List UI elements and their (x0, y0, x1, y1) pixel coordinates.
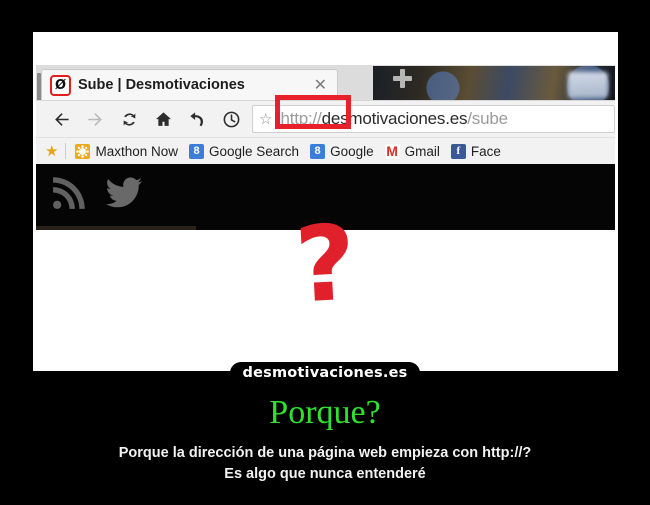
facebook-icon: f (450, 143, 466, 159)
demotivational-poster: Ø Sube | Desmotivaciones ✕ ☆ http://desm… (0, 0, 650, 505)
bookmark-facebook[interactable]: f Face (450, 143, 501, 159)
close-icon[interactable]: ✕ (314, 77, 331, 93)
bookmarks-separator (65, 143, 67, 159)
new-tab-plus-icon[interactable] (393, 69, 412, 88)
bookmark-label: Google Search (209, 143, 300, 159)
favicon-glyph: Ø (54, 77, 67, 93)
address-bar-url: http://desmotivaciones.es/sube (280, 109, 508, 129)
bookmark-label: Google (330, 143, 374, 159)
history-button[interactable] (214, 104, 248, 134)
watermark-rule-left (169, 371, 240, 376)
browser-toolbar: ☆ http://desmotivaciones.es/sube (36, 95, 615, 137)
home-button[interactable] (146, 104, 180, 134)
web-page-content: ? (36, 164, 615, 368)
photo-frame: Ø Sube | Desmotivaciones ✕ ☆ http://desm… (33, 32, 618, 371)
bookmarks-bar: ★ Maxthon Now 8 Google Search 8 Google M… (36, 137, 615, 164)
poster-subtitle-line-2: Es algo que nunca entenderé (224, 466, 426, 482)
desmotivaciones-favicon-icon: Ø (50, 74, 71, 96)
browser-screenshot: Ø Sube | Desmotivaciones ✕ ☆ http://desm… (36, 65, 615, 368)
url-path: /sube (467, 109, 508, 128)
browser-tab-active[interactable]: Ø Sube | Desmotivaciones ✕ (41, 69, 338, 100)
bookmark-maxthon-now[interactable]: Maxthon Now (75, 143, 178, 159)
bookmarks-star-icon[interactable]: ★ (45, 142, 58, 160)
bookmark-label: Face (470, 143, 501, 159)
url-host: desmotivaciones.es (321, 109, 468, 128)
bookmark-gmail[interactable]: M Gmail (384, 143, 440, 159)
bookmark-star-icon[interactable]: ☆ (259, 111, 272, 127)
maxthon-icon (75, 143, 91, 159)
back-button[interactable] (44, 104, 78, 134)
twitter-icon[interactable] (104, 176, 144, 218)
tab-strip-background (373, 66, 615, 100)
rss-icon[interactable] (48, 176, 86, 219)
address-bar[interactable]: ☆ http://desmotivaciones.es/sube (252, 95, 615, 133)
google-icon: 8 (310, 143, 326, 159)
google-icon: 8 (189, 143, 204, 159)
bookmark-label: Maxthon Now (95, 143, 178, 159)
poster-title: Porque? (269, 394, 381, 431)
reload-button[interactable] (112, 104, 146, 134)
url-scheme: http:// (280, 109, 322, 128)
browser-tab-strip: Ø Sube | Desmotivaciones ✕ (36, 65, 615, 100)
poster-subtitle-line-1: Porque la dirección de una página web em… (118, 445, 532, 461)
bookmark-google-search[interactable]: 8 Google Search (189, 143, 300, 159)
watermark-rule-right (410, 371, 481, 376)
forward-button[interactable] (78, 104, 112, 134)
bookmark-label: Gmail (404, 143, 440, 159)
undo-button[interactable] (180, 104, 214, 134)
browser-tab-title: Sube | Desmotivaciones (78, 77, 245, 93)
poster-subtitle: Porque la dirección de una página web em… (0, 443, 650, 485)
gmail-icon: M (384, 143, 400, 159)
bookmark-google[interactable]: 8 Google (310, 143, 374, 159)
